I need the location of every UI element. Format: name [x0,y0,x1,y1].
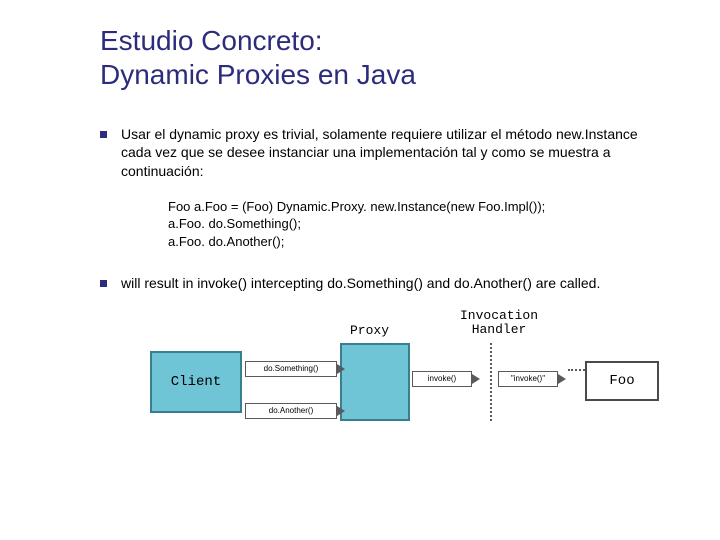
bullet-1-text: Usar el dynamic proxy es trivial, solame… [121,125,664,180]
proxy-box [340,343,410,421]
slide-content: Estudio Concreto: Dynamic Proxies en Jav… [0,0,720,451]
arrow-invoke-1: invoke() [412,371,472,387]
arrow-do-another: do.Another() [245,403,337,419]
slide-title: Estudio Concreto: Dynamic Proxies en Jav… [100,24,664,91]
title-line-1: Estudio Concreto: [100,25,323,56]
square-bullet-icon [100,280,107,287]
bullet-2-text: will result in invoke() intercepting do.… [121,274,600,292]
arrowhead-icon [337,406,345,416]
arrowhead-icon [337,364,345,374]
title-line-2: Dynamic Proxies en Java [100,59,416,90]
proxy-diagram: Client Proxy Invocation Handler do.Somet… [150,311,664,441]
arrowhead-icon [558,374,566,384]
arrowhead-icon [472,374,480,384]
code-line-1: Foo a.Foo = (Foo) Dynamic.Proxy. new.Ins… [168,198,664,216]
foo-box: Foo [585,361,659,401]
bullet-item-2: will result in invoke() intercepting do.… [100,274,664,292]
handler-label-l2: Handler [472,322,527,337]
client-box: Client [150,351,242,413]
foo-label: Foo [609,373,634,389]
arrow-invoke-2: "invoke()" [498,371,558,387]
square-bullet-icon [100,131,107,138]
handler-dotted-line [490,343,492,421]
handler-label-l1: Invocation [460,308,538,323]
code-line-3: a.Foo. do.Another(); [168,233,664,251]
client-label: Client [171,374,221,390]
code-line-2: a.Foo. do.Something(); [168,215,664,233]
arrow-do-something: do.Something() [245,361,337,377]
foo-dotted-connector [568,369,585,371]
handler-label: Invocation Handler [460,309,538,338]
code-sample: Foo a.Foo = (Foo) Dynamic.Proxy. new.Ins… [168,198,664,251]
bullet-item-1: Usar el dynamic proxy es trivial, solame… [100,125,664,180]
proxy-label: Proxy [350,323,389,338]
